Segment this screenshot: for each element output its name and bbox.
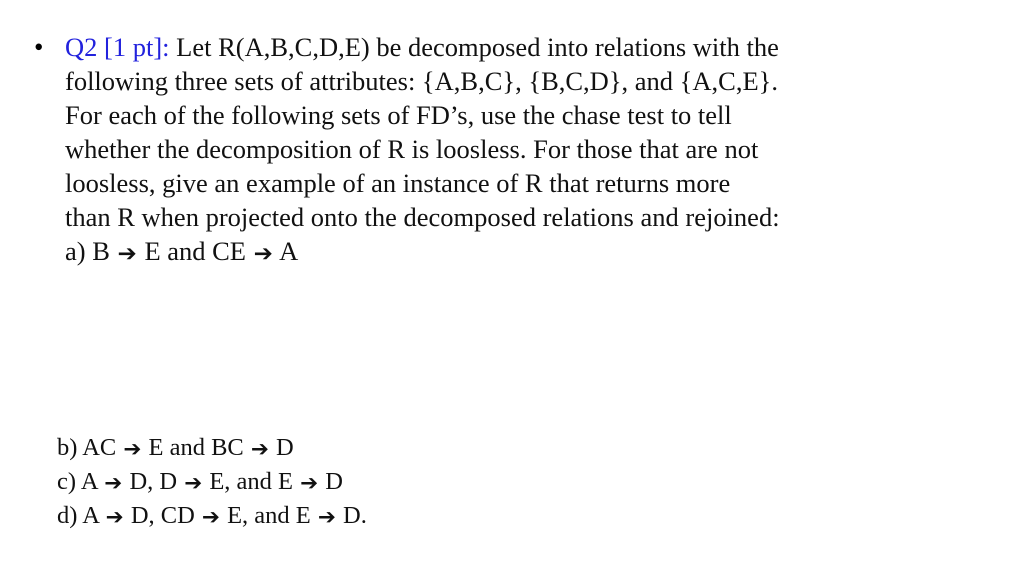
subquestion-d-seg1: A (77, 502, 105, 529)
subquestion-d-marker: d) (57, 502, 78, 529)
subquestion-d: d) A ➔ D, CD ➔ E, and E ➔ D. (57, 499, 757, 533)
question-line-1: Q2 [1 pt]: Let R(A,B,C,D,E) be decompose… (65, 30, 1009, 64)
right-arrow-icon: ➔ (184, 471, 203, 496)
question-line-6: than R when projected onto the decompose… (65, 202, 780, 232)
subquestion-d-seg4: D. (336, 502, 367, 529)
right-arrow-icon: ➔ (105, 505, 124, 530)
subquestion-a-marker: a) (65, 236, 86, 266)
subquestion-d-seg3: E, and E (220, 502, 317, 529)
subparts-block: b) AC ➔ E and BC ➔ D c) A ➔ D, D ➔ E, an… (57, 431, 757, 533)
subquestion-b-seg1: AC (77, 434, 123, 461)
subquestion-c-seg3: E, and E (203, 468, 300, 495)
subquestion-c: c) A ➔ D, D ➔ E, and E ➔ D (57, 465, 757, 499)
subquestion-b-seg2: E and BC (142, 434, 250, 461)
bulleted-question-item: • Q2 [1 pt]: Let R(A,B,C,D,E) be decompo… (34, 30, 1009, 268)
right-arrow-icon: ➔ (123, 437, 142, 462)
document-page: • Q2 [1 pt]: Let R(A,B,C,D,E) be decompo… (0, 0, 1024, 585)
question-id-label: Q2 [1 pt]: (65, 32, 170, 62)
subquestion-c-seg1: A (76, 468, 104, 495)
question-line-4: whether the decomposition of R is loosle… (65, 134, 759, 164)
right-arrow-icon: ➔ (317, 505, 336, 530)
subquestion-b-seg3: D (269, 434, 294, 461)
right-arrow-icon: ➔ (201, 505, 220, 530)
subquestion-d-seg2: D, CD (124, 502, 201, 529)
question-line-1-text: Let R(A,B,C,D,E) be decomposed into rela… (169, 32, 779, 62)
subquestion-c-seg2: D, D (123, 468, 184, 495)
subquestion-a-seg2: E and CE (137, 236, 253, 266)
subquestion-a: a) B ➔ E and CE ➔ A (65, 234, 1009, 268)
right-arrow-icon: ➔ (117, 241, 137, 267)
subquestion-b-marker: b) (57, 434, 78, 461)
question-line-3: For each of the following sets of FD’s, … (65, 100, 732, 130)
subquestion-c-marker: c) (57, 468, 77, 495)
right-arrow-icon: ➔ (250, 437, 269, 462)
bullet-point-icon: • (34, 32, 44, 62)
question-line-5: loosless, give an example of an instance… (65, 168, 731, 198)
subquestion-b: b) AC ➔ E and BC ➔ D (57, 431, 757, 465)
right-arrow-icon: ➔ (104, 471, 123, 496)
subquestion-c-seg4: D (319, 468, 343, 495)
subquestion-a-seg3: A (273, 236, 299, 266)
subquestion-a-seg1: B (85, 236, 117, 266)
question-line-2: following three sets of attributes: {A,B… (65, 66, 778, 96)
right-arrow-icon: ➔ (253, 241, 273, 267)
right-arrow-icon: ➔ (300, 471, 319, 496)
question-text-body: Q2 [1 pt]: Let R(A,B,C,D,E) be decompose… (65, 30, 1009, 268)
question-block: • Q2 [1 pt]: Let R(A,B,C,D,E) be decompo… (34, 30, 1009, 268)
